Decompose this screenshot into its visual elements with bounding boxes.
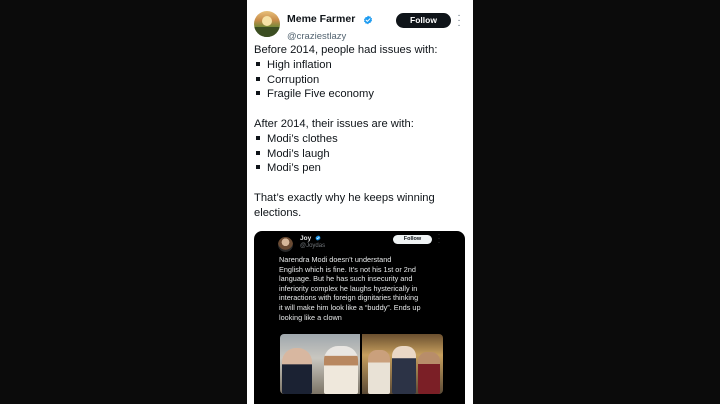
closing-line: That’s exactly why he keeps winning — [254, 191, 435, 204]
quoted-text-line: Narendra Modi doesn’t understand — [279, 255, 392, 264]
photo-figure — [418, 352, 440, 394]
list-item: Modi’s clothes — [254, 132, 468, 147]
quoted-author-handle[interactable]: @Joydas — [300, 243, 325, 249]
quoted-text-line: looking like a clown — [279, 312, 342, 322]
list-item: Fragile Five economy — [254, 87, 468, 102]
bullet-icon — [256, 76, 260, 81]
list-item: High inflation — [254, 58, 468, 73]
media-photo[interactable] — [280, 334, 360, 394]
bullet-icon — [256, 135, 260, 140]
photo-figure — [324, 346, 358, 394]
avatar-field-shape — [254, 27, 280, 37]
tweet-header: Meme Farmer @craziestlazy Follow · · · — [247, 0, 473, 44]
verified-badge-icon — [363, 15, 372, 25]
quoted-text-line: English which is fine. It’s not his 1st … — [279, 264, 416, 274]
bullet-icon — [256, 91, 260, 96]
quoted-media[interactable] — [280, 334, 443, 394]
verified-badge-icon — [315, 235, 321, 241]
tweet-text: Before 2014, people had issues with: Hig… — [254, 43, 468, 221]
more-options-icon[interactable]: · · · — [438, 232, 440, 246]
intro-before: Before 2014, people had issues with: — [254, 44, 438, 56]
bullet-icon — [256, 150, 260, 155]
quoted-text-line: it will make him look like a “buddy”. En… — [279, 302, 421, 312]
bullet-icon — [256, 61, 260, 66]
author-handle[interactable]: @craziestlazy — [287, 30, 373, 43]
follow-button[interactable]: Follow — [396, 13, 451, 28]
intro-after: After 2014, their issues are with: — [254, 117, 414, 130]
quoted-text-line: interactions with foreign dignitaries th… — [279, 293, 419, 303]
photo-figure — [282, 348, 312, 394]
list-item: Modi’s pen — [254, 161, 468, 176]
quoted-author-name[interactable]: Joy — [300, 235, 321, 242]
photo-figure — [368, 350, 390, 394]
list-item: Modi’s laugh — [254, 147, 468, 162]
quoted-tweet[interactable]: Joy @Joydas Follow · · · Narendra Modi doe… — [254, 231, 465, 404]
bullet-icon — [256, 165, 260, 170]
tweet-card: Meme Farmer @craziestlazy Follow · · · Bef… — [247, 0, 473, 404]
quoted-text: Narendra Modi doesn’t understand English… — [279, 255, 449, 322]
author-block: Meme Farmer @craziestlazy — [287, 11, 373, 43]
list-item: Corruption — [254, 73, 468, 88]
media-photo[interactable] — [362, 334, 443, 394]
photo-figure — [392, 346, 416, 394]
quoted-text-line: language. But he has such insecurity and — [279, 274, 413, 284]
avatar-sun-shape — [262, 16, 272, 26]
author-name[interactable]: Meme Farmer — [287, 13, 355, 26]
quoted-avatar[interactable] — [278, 237, 293, 252]
profile-avatar[interactable] — [254, 11, 280, 37]
quoted-text-line: inferiority complex he laughs hysterical… — [279, 283, 418, 293]
closing-line: elections. — [254, 206, 302, 219]
quoted-follow-button[interactable]: Follow — [393, 235, 432, 244]
more-options-icon[interactable]: · · · — [456, 11, 462, 31]
